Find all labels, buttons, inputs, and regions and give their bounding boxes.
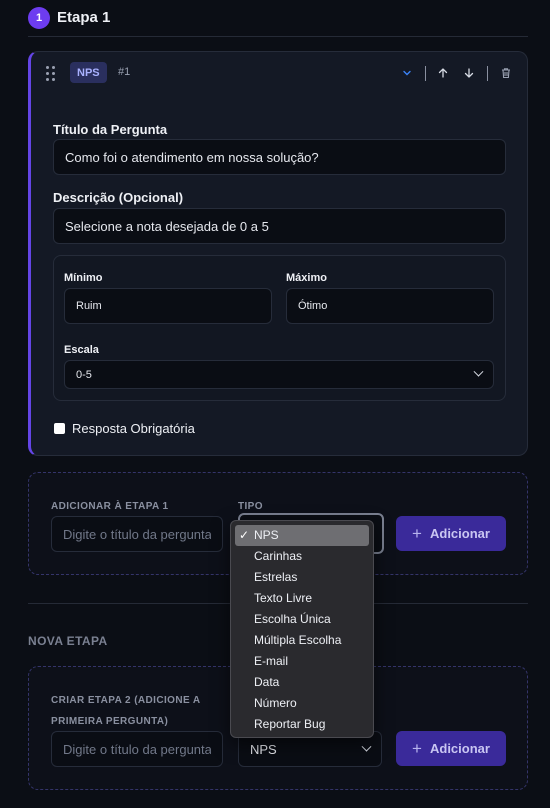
collapse-icon[interactable] xyxy=(397,63,417,83)
description-label: Descrição (Opcional) xyxy=(53,190,184,205)
dropdown-option[interactable]: Número xyxy=(235,693,369,714)
dropdown-option[interactable]: E-mail xyxy=(235,651,369,672)
divider xyxy=(28,36,528,37)
scale-label: Escala xyxy=(64,344,99,356)
chevron-down-icon xyxy=(473,366,484,377)
scale-select[interactable]: 0-5 xyxy=(64,360,494,389)
plus-icon: + xyxy=(412,523,422,543)
dropdown-option[interactable]: Escolha Única xyxy=(235,609,369,630)
min-label: Mínimo xyxy=(64,272,103,284)
required-label: Resposta Obrigatória xyxy=(72,421,195,436)
step-number-badge: 1 xyxy=(28,7,50,29)
drag-handle-icon[interactable] xyxy=(46,66,56,82)
add-question-button[interactable]: + Adicionar xyxy=(396,516,506,551)
max-label-input[interactable]: Ótimo xyxy=(286,288,494,324)
toolbar-separator xyxy=(425,66,426,81)
move-up-icon[interactable] xyxy=(433,63,453,83)
max-label: Máximo xyxy=(286,272,327,284)
chevron-down-icon xyxy=(361,741,372,752)
dropdown-option[interactable]: Texto Livre xyxy=(235,588,369,609)
question-index: #1 xyxy=(118,66,131,78)
new-step-label-line2: PRIMEIRA PERGUNTA) xyxy=(51,716,169,727)
trash-icon[interactable] xyxy=(496,63,516,83)
required-checkbox[interactable] xyxy=(54,423,65,434)
dropdown-option[interactable]: Múltipla Escolha xyxy=(235,630,369,651)
add-question-label: ADICIONAR À ETAPA 1 xyxy=(51,501,169,512)
plus-icon: + xyxy=(412,738,422,758)
min-label-input[interactable]: Ruim xyxy=(64,288,272,324)
step-title: Etapa 1 xyxy=(57,9,111,26)
question-type-badge: NPS xyxy=(70,62,107,83)
new-step-question-input[interactable]: Digite o título da pergunta xyxy=(51,731,223,767)
move-down-icon[interactable] xyxy=(459,63,479,83)
new-question-title-input[interactable]: Digite o título da pergunta xyxy=(51,516,223,552)
toolbar-separator xyxy=(487,66,488,81)
dropdown-option[interactable]: Data xyxy=(235,672,369,693)
dropdown-option[interactable]: ✓ NPS xyxy=(235,525,369,546)
dropdown-option[interactable]: Estrelas xyxy=(235,567,369,588)
question-title-input[interactable]: Como foi o atendimento em nossa solução? xyxy=(53,139,506,175)
type-dropdown-menu: ✓ NPS Carinhas Estrelas Texto Livre Escol… xyxy=(230,520,374,738)
new-step-section-label: NOVA ETAPA xyxy=(28,634,108,648)
create-step-button[interactable]: + Adicionar xyxy=(396,731,506,766)
dropdown-option[interactable]: Reportar Bug xyxy=(235,714,369,735)
title-label: Título da Pergunta xyxy=(53,122,168,137)
checkmark-icon: ✓ xyxy=(239,528,250,542)
dropdown-option[interactable]: Carinhas xyxy=(235,546,369,567)
question-description-input[interactable]: Selecione a nota desejada de 0 a 5 xyxy=(53,208,506,244)
new-step-label-line1: CRIAR ETAPA 2 (ADICIONE A xyxy=(51,695,201,706)
